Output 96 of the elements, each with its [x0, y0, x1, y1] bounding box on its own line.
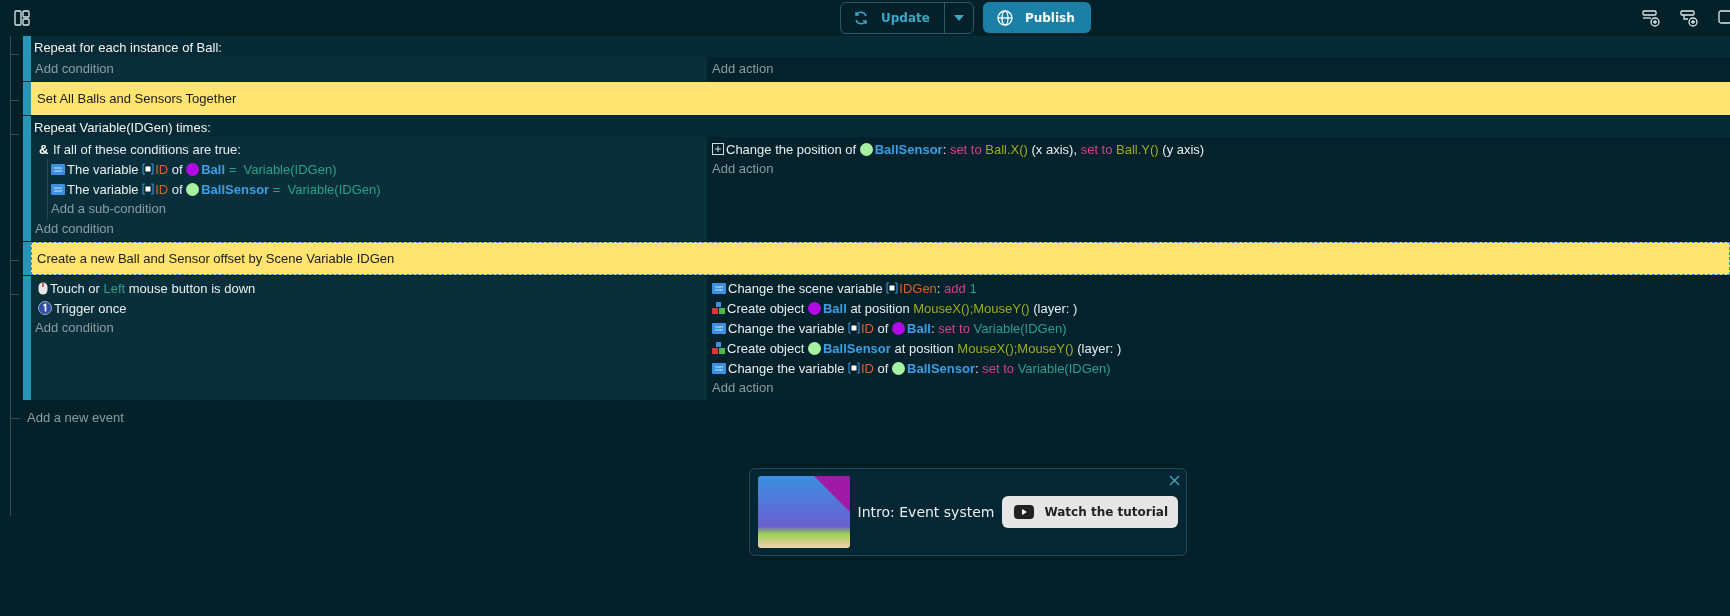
sentence-text: of: [170, 181, 184, 197]
add-action-link[interactable]: Add action: [712, 378, 774, 398]
add-new-event-link[interactable]: Add a new event: [27, 409, 124, 427]
expression-text: Ball.X(): [985, 141, 1028, 157]
play-icon: [1014, 505, 1035, 519]
blocks-icon: [712, 342, 725, 354]
position-icon: [712, 143, 724, 155]
sync-icon: [853, 9, 869, 26]
expression-text: MouseX();MouseY(): [957, 340, 1074, 356]
value-text: Left: [103, 280, 126, 296]
object-name: Ball: [907, 320, 931, 336]
sentence-text: (layer: ): [1076, 340, 1122, 356]
event-handle-bar[interactable]: [23, 242, 31, 275]
sentence-text: Change the variable: [728, 320, 846, 336]
object-name: BallSensor: [201, 181, 270, 197]
caret-icon: [953, 14, 964, 21]
event-handle-bar[interactable]: [23, 36, 31, 81]
sentence-text: Change the variable: [728, 360, 846, 376]
variable-badge-icon: [51, 183, 65, 195]
sentence-text: Trigger once: [54, 300, 127, 316]
event-header-text: Repeat for each instance of Ball:: [33, 39, 223, 57]
close-icon[interactable]: [1167, 473, 1182, 488]
operator-text: add: [944, 280, 967, 296]
object-name: Ball: [822, 300, 847, 316]
variable-icon: [142, 183, 155, 195]
object-name: BallSensor: [822, 340, 891, 356]
variable-name: ID: [155, 181, 169, 197]
blocks-icon: [712, 302, 725, 314]
sentence-text: :: [942, 141, 948, 157]
variable-icon: [848, 362, 860, 374]
value-text: Variable(IDGen): [973, 320, 1067, 336]
and-symbol: &: [39, 141, 50, 157]
video-thumbnail[interactable]: [758, 476, 850, 548]
event-header-text: Repeat Variable(IDGen) times:: [33, 119, 212, 137]
variable-name: IDGen: [899, 280, 937, 296]
add-condition-link[interactable]: Add condition: [35, 59, 114, 79]
expression-text: MouseX();MouseY(): [913, 300, 1030, 316]
variable-name: ID: [155, 161, 169, 177]
operator-text: set to: [949, 141, 983, 157]
object-name: BallSensor: [874, 141, 943, 157]
variable-icon: [886, 282, 899, 294]
value-text: = Variable(IDGen): [271, 181, 381, 197]
variable-badge-icon: [712, 362, 726, 374]
variable-badge-icon: [712, 282, 726, 294]
sentence-text: at position: [849, 300, 911, 316]
tutorial-title: Intro: Event system: [857, 504, 995, 520]
object-name: BallSensor: [907, 360, 975, 376]
expression-text: Ball.Y(): [1116, 141, 1159, 157]
add-condition-link[interactable]: Add condition: [35, 318, 114, 338]
publish-button[interactable]: Publish: [982, 2, 1091, 33]
comment-note[interactable]: Create a new Ball and Sensor offset by Scene Variable IDGen: [31, 242, 1730, 275]
comment-note[interactable]: Set All Balls and Sensors Together: [31, 82, 1730, 115]
variable-icon: [142, 163, 155, 175]
add-action-link[interactable]: Add action: [712, 59, 774, 79]
mouse-icon: [38, 281, 48, 295]
sentence-text: mouse button is down: [127, 280, 256, 296]
sentence-text: of: [170, 161, 184, 177]
sentence-text: Change the scene variable: [728, 280, 884, 296]
object-name: Ball: [201, 161, 226, 177]
operator-text: set to: [938, 320, 971, 336]
add-condition-link[interactable]: Add condition: [35, 219, 114, 239]
sentence-text: :: [936, 280, 942, 296]
operator-text: set to: [1080, 141, 1114, 157]
globe-icon: [996, 9, 1013, 26]
variable-name: ID: [861, 320, 874, 336]
variable-badge-icon: [51, 163, 65, 175]
watch-tutorial-button[interactable]: Watch the tutorial: [1002, 496, 1178, 528]
sentence-text: of: [876, 360, 890, 376]
value-text: = Variable(IDGen): [227, 161, 337, 177]
one-circle-icon: [38, 301, 52, 315]
sentence-text: (y axis): [1161, 141, 1205, 157]
add-action-link[interactable]: Add action: [712, 159, 774, 179]
value-text: 1: [969, 280, 977, 296]
sentence-text: The variable: [67, 161, 140, 177]
sentence-text: at position: [893, 340, 955, 356]
sentence-text: (layer: ): [1032, 300, 1078, 316]
sentence-text: :: [930, 320, 936, 336]
variable-icon: [848, 322, 860, 334]
event-handle-bar[interactable]: [23, 116, 31, 241]
operator-text: set to: [982, 360, 1015, 376]
layout-icon[interactable]: [12, 7, 32, 28]
sentence-text: :: [975, 360, 980, 376]
add-sub-condition-link[interactable]: Add a sub-condition: [51, 199, 166, 219]
sentence-text: of: [876, 320, 890, 336]
variable-name: ID: [861, 360, 874, 376]
variable-badge-icon: [712, 322, 726, 334]
sentence-text: Change the position of: [726, 141, 858, 157]
event-handle-bar[interactable]: [23, 276, 31, 400]
event-handle-bar[interactable]: [23, 82, 31, 115]
sentence-text: Create object: [727, 340, 806, 356]
sentence-text: Create object: [727, 300, 806, 316]
sentence-text: The variable: [67, 181, 140, 197]
sentence-text: If all of these conditions are true:: [53, 141, 241, 157]
sentence-text: Touch or: [50, 280, 101, 296]
value-text: Variable(IDGen): [1017, 360, 1111, 376]
sentence-text: (x axis),: [1030, 141, 1079, 157]
